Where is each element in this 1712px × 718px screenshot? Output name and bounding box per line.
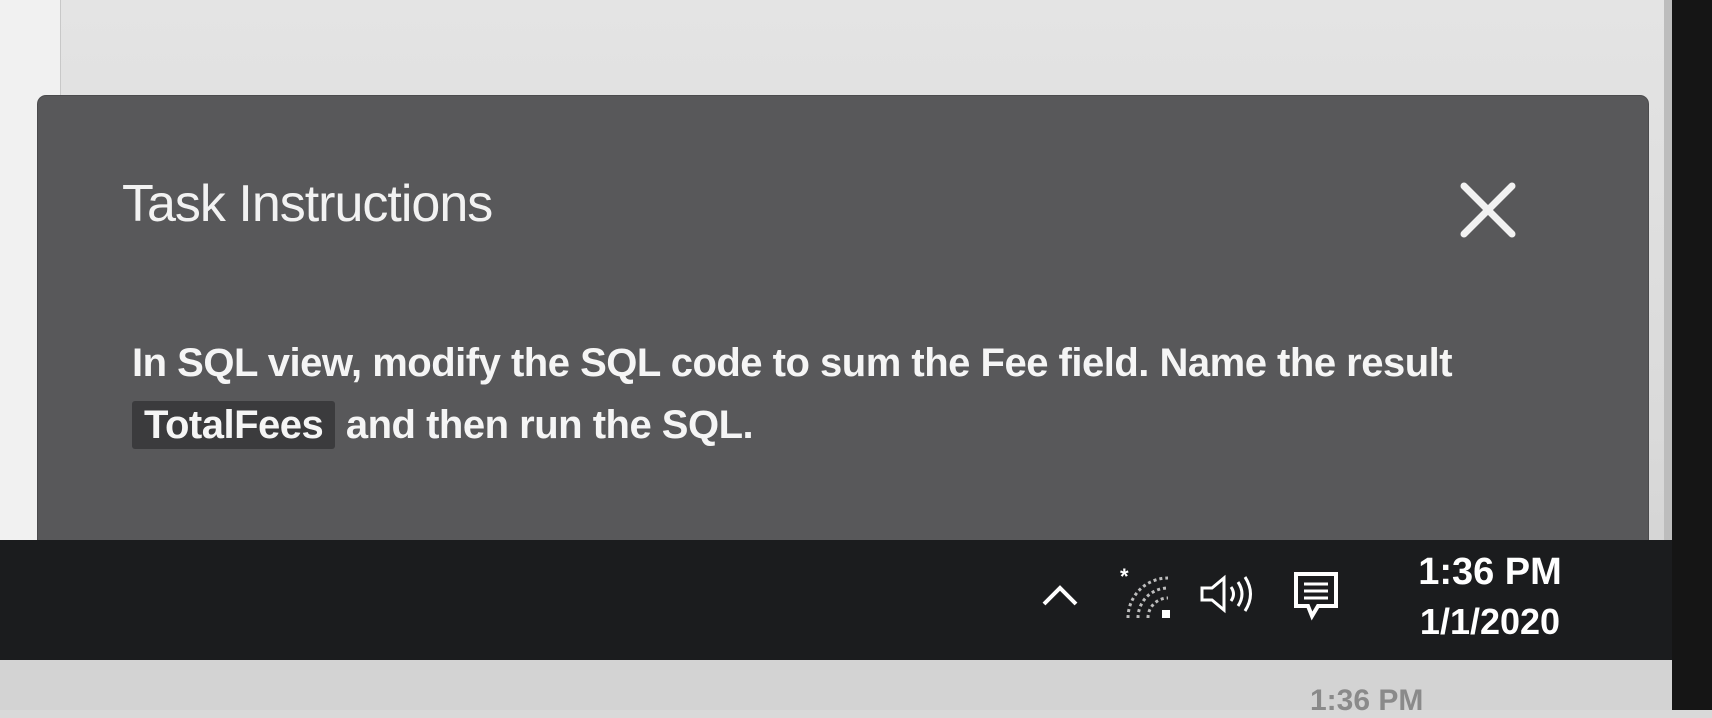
instructions-text-part1: In SQL view, modify the SQL code to sum … <box>132 341 1453 385</box>
background-clock-fragment: 1:36 PM <box>1310 684 1424 717</box>
close-icon <box>1460 182 1516 238</box>
panel-title: Task Instructions <box>122 175 493 233</box>
volume-button[interactable] <box>1198 570 1258 618</box>
show-hidden-icons-button[interactable] <box>1038 574 1082 618</box>
system-tray: * 1:36 PM 1/1/2020 <box>1030 540 1650 660</box>
secondary-screen-strip: 1:36 PM <box>0 660 1672 717</box>
screen-edge <box>1664 0 1672 560</box>
volume-icon <box>1200 574 1252 614</box>
close-button[interactable] <box>1450 172 1526 248</box>
action-center-icon <box>1294 572 1338 621</box>
action-center-button[interactable] <box>1292 570 1340 622</box>
clock-time: 1:36 PM <box>1418 551 1562 593</box>
field-name-chip: TotalFees <box>132 401 336 449</box>
network-button[interactable]: * <box>1118 564 1174 624</box>
taskbar-clock[interactable]: 1:36 PM 1/1/2020 <box>1370 548 1610 648</box>
instructions-text-part2: and then run the SQL. <box>345 403 754 447</box>
clock-date: 1/1/2020 <box>1419 601 1561 642</box>
task-instructions-panel: Task Instructions In SQL view, modify th… <box>38 96 1648 540</box>
instructions-text: In SQL view, modify the SQL code to sum … <box>132 332 1572 456</box>
monitor-bezel <box>1672 0 1712 710</box>
chevron-up-icon <box>1042 585 1078 606</box>
svg-text:*: * <box>1120 564 1129 589</box>
taskbar: * 1:36 PM 1/1/2020 <box>0 540 1672 660</box>
wifi-icon: * <box>1120 564 1170 619</box>
